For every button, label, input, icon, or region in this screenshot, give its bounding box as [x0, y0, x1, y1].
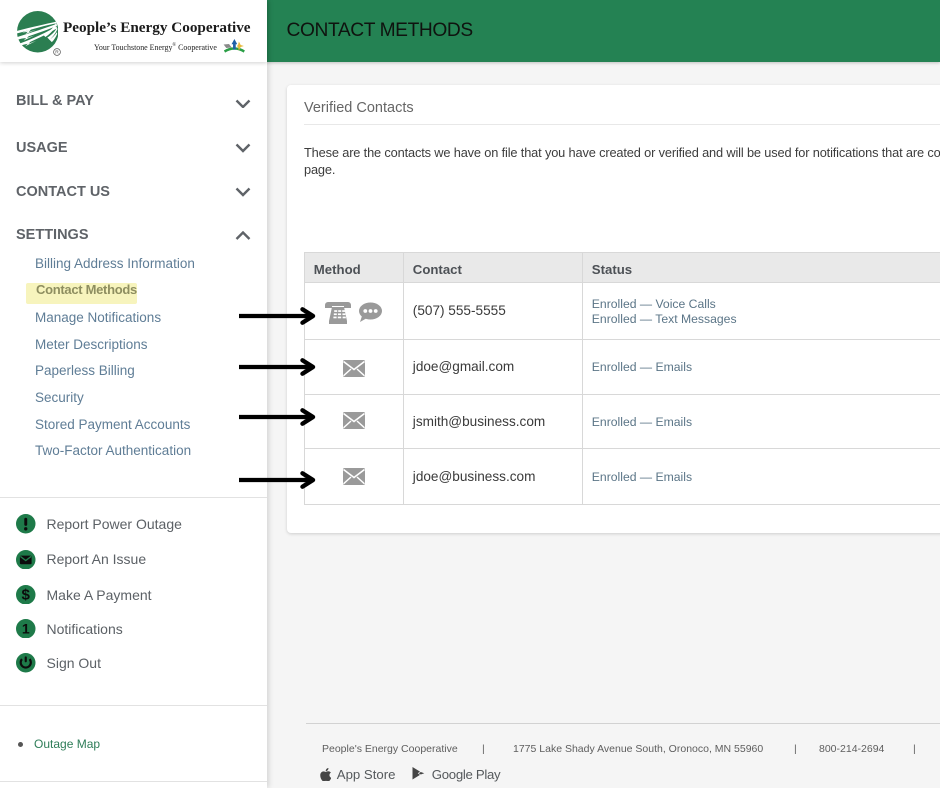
svg-text:1: 1 [22, 620, 30, 636]
svg-text:R: R [55, 49, 59, 55]
svg-text:$: $ [22, 586, 31, 603]
